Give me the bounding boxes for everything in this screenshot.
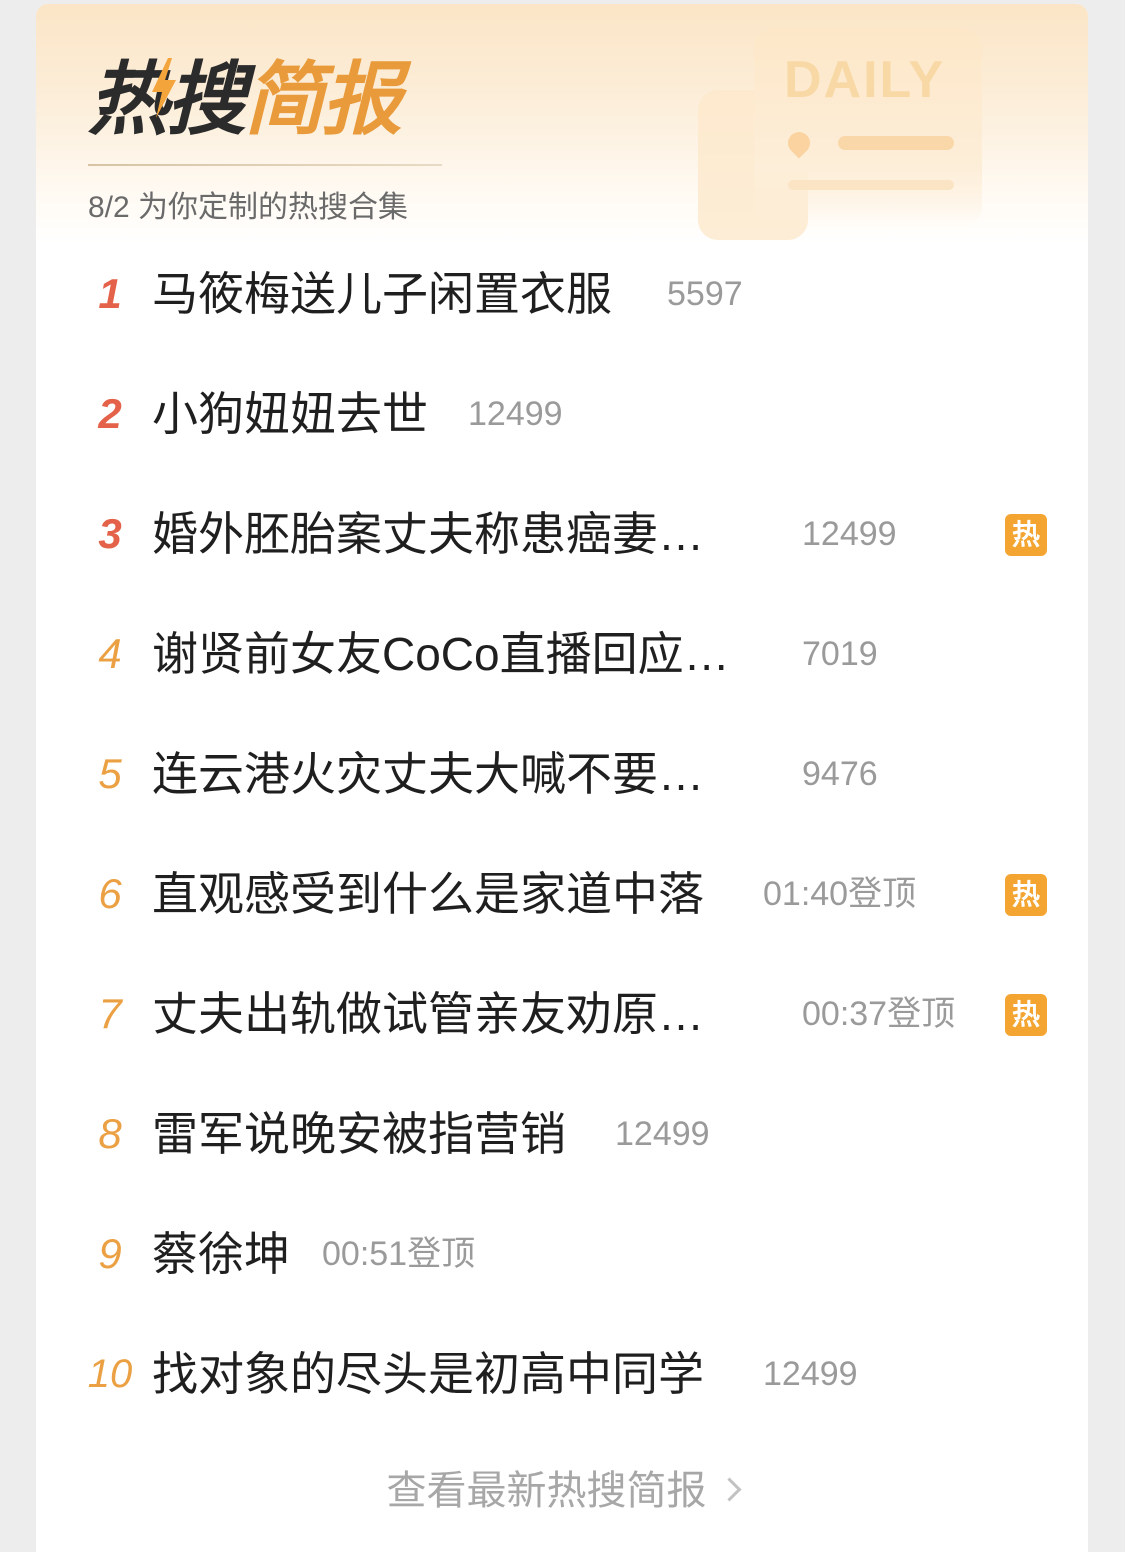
daily-label: DAILY: [784, 51, 946, 109]
rank-number: 10: [87, 1352, 133, 1396]
rank-number: 8: [98, 1110, 122, 1157]
item-title: 直观感受到什么是家道中落: [152, 868, 704, 920]
list-item[interactable]: 4 谢贤前女友CoCo直播回应… 7019: [36, 594, 1088, 714]
list-item[interactable]: 9 蔡徐坤 00:51登顶: [36, 1194, 1088, 1314]
item-heat: 7019: [802, 635, 878, 673]
item-top-time: 01:40登顶: [763, 875, 917, 913]
item-title: 找对象的尽头是初高中同学: [152, 1348, 704, 1400]
lightning-icon: [152, 58, 176, 118]
item-title: 小狗妞妞去世: [152, 388, 428, 440]
item-title: 婚外胚胎案丈夫称患癌妻…: [152, 508, 704, 560]
hot-badge: 热: [1005, 994, 1047, 1036]
flame-icon: [783, 127, 815, 159]
item-heat: 12499: [763, 1355, 858, 1393]
item-title: 雷军说晚安被指营销: [152, 1108, 566, 1160]
daily-card-decoration: DAILY: [754, 28, 982, 228]
hot-search-digest-card: DAILY 热搜简报 8/2 为你定制的热搜合集 1 马筱梅送儿子闲置衣服 55…: [36, 4, 1088, 1552]
rank-number: 4: [98, 630, 122, 677]
item-title: 蔡徐坤: [152, 1228, 290, 1280]
list-item[interactable]: 2 小狗妞妞去世 12499: [36, 354, 1088, 474]
decor-line: [838, 136, 954, 150]
view-latest-digest-label: 查看最新热搜简报: [386, 1469, 707, 1513]
item-top-time: 00:37登顶: [802, 995, 956, 1033]
list-item[interactable]: 8 雷军说晚安被指营销 12499: [36, 1074, 1088, 1194]
rank-number: 7: [98, 990, 122, 1037]
item-heat: 5597: [667, 275, 743, 313]
hot-badge: 热: [1005, 874, 1047, 916]
item-title: 谢贤前女友CoCo直播回应…: [152, 628, 730, 680]
list-item[interactable]: 1 马筱梅送儿子闲置衣服 5597: [36, 234, 1088, 354]
view-latest-digest-link[interactable]: 查看最新热搜简报: [36, 1456, 1088, 1526]
page-title: 热搜简报: [88, 52, 402, 148]
rank-number: 5: [98, 750, 122, 797]
chevron-right-icon: [716, 1477, 742, 1502]
item-heat: 9476: [802, 755, 878, 793]
hot-badge: 热: [1005, 514, 1047, 556]
item-title: 丈夫出轨做试管亲友劝原…: [152, 988, 704, 1040]
item-title: 连云港火灾丈夫大喊不要…: [152, 748, 704, 800]
item-heat: 12499: [802, 515, 897, 553]
rank-number: 6: [98, 870, 122, 917]
rank-number: 2: [98, 390, 122, 437]
item-top-time: 00:51登顶: [322, 1235, 476, 1273]
list-item[interactable]: 5 连云港火灾丈夫大喊不要… 9476: [36, 714, 1088, 834]
list-item[interactable]: 7 丈夫出轨做试管亲友劝原… 00:37登顶 热: [36, 954, 1088, 1074]
decor-line: [788, 180, 954, 190]
list-item[interactable]: 3 婚外胚胎案丈夫称患癌妻… 12499 热: [36, 474, 1088, 594]
item-heat: 12499: [615, 1115, 710, 1153]
item-heat: 12499: [468, 395, 563, 433]
title-divider: [88, 164, 442, 166]
item-title: 马筱梅送儿子闲置衣服: [152, 268, 612, 320]
list-item[interactable]: 10 找对象的尽头是初高中同学 12499: [36, 1314, 1088, 1434]
list-item[interactable]: 6 直观感受到什么是家道中落 01:40登顶 热: [36, 834, 1088, 954]
rank-number: 1: [98, 270, 122, 317]
rank-number: 9: [98, 1230, 122, 1277]
page-subtitle: 8/2 为你定制的热搜合集: [88, 191, 409, 224]
rank-number: 3: [98, 510, 122, 557]
title-part-digest: 简报: [244, 55, 402, 144]
